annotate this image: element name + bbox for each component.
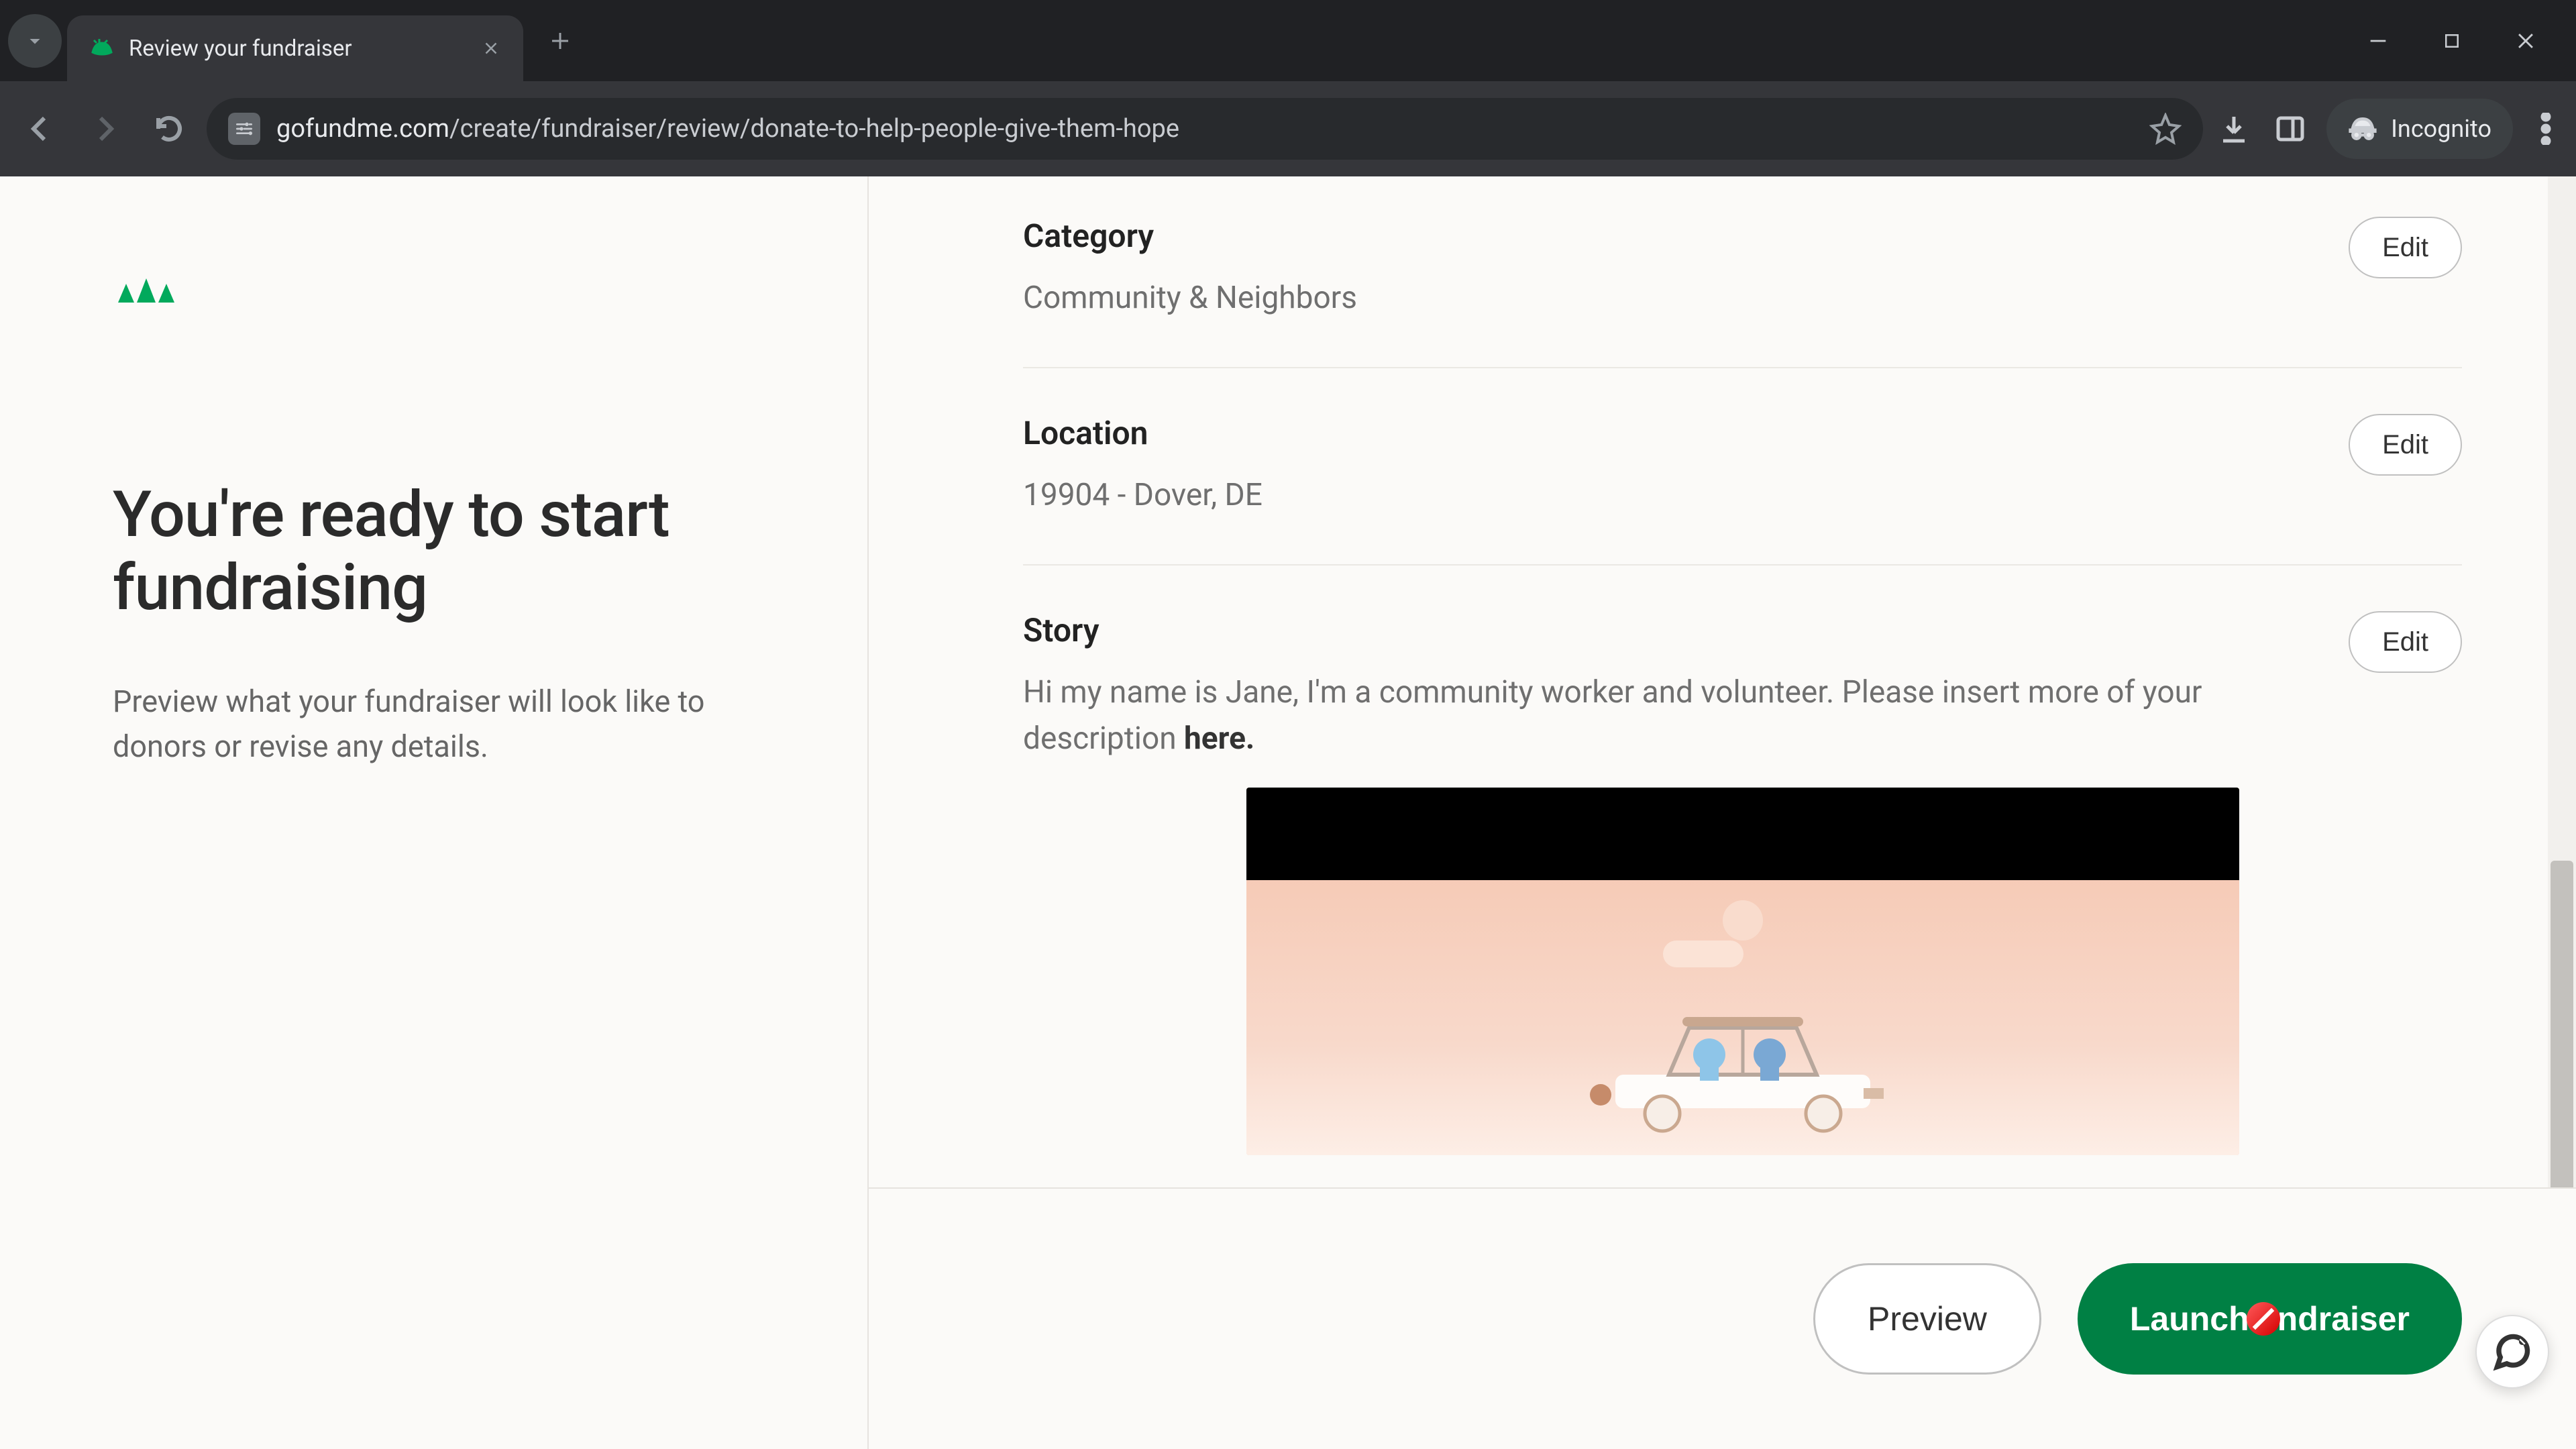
launch-fundraiser-button[interactable]: Launch ndraiser (2078, 1263, 2462, 1375)
window-close-icon[interactable] (2509, 24, 2542, 58)
window-minimize-icon[interactable] (2361, 24, 2395, 58)
location-value: 19904 - Dover, DE (1023, 472, 2349, 519)
nav-forward-button (78, 102, 131, 156)
window-maximize-icon[interactable] (2435, 24, 2469, 58)
edit-category-button[interactable]: Edit (2349, 217, 2462, 278)
tab-title: Review your fundraiser (129, 36, 464, 62)
story-media-preview (1246, 788, 2239, 1155)
side-panel-icon[interactable] (2270, 109, 2310, 149)
gofundme-favicon (89, 35, 115, 62)
left-sidebar: You're ready to start fundraising Previe… (0, 176, 869, 1449)
nav-back-button[interactable] (13, 102, 67, 156)
category-heading: Category (1023, 217, 2349, 255)
nav-reload-button[interactable] (142, 102, 196, 156)
tab-search-dropdown[interactable] (8, 14, 62, 68)
new-tab-button[interactable] (537, 17, 584, 64)
url-text: gofundme.com/create/fundraiser/review/do… (276, 114, 1179, 144)
downloads-icon[interactable] (2214, 109, 2254, 149)
gofundme-logo (113, 270, 760, 311)
section-story: Story Hi my name is Jane, I'm a communit… (1023, 566, 2462, 1187)
review-panel: Category Community & Neighbors Edit Loca… (869, 176, 2576, 1449)
story-heading: Story (1023, 611, 2349, 649)
bookmark-star-icon[interactable] (2149, 113, 2182, 145)
browser-menu-icon[interactable] (2529, 112, 2563, 146)
story-value: Hi my name is Jane, I'm a community work… (1023, 669, 2349, 762)
address-bar[interactable]: gofundme.com/create/fundraiser/review/do… (207, 98, 2203, 160)
incognito-indicator[interactable]: Incognito (2326, 99, 2513, 159)
launch-label-suffix: ndraiser (2277, 1299, 2410, 1338)
help-chat-fab[interactable] (2475, 1315, 2549, 1389)
preview-button[interactable]: Preview (1813, 1263, 2041, 1375)
prohibited-icon (2247, 1302, 2280, 1336)
location-heading: Location (1023, 414, 2349, 452)
section-category: Category Community & Neighbors Edit (1023, 217, 2462, 368)
section-location: Location 19904 - Dover, DE Edit (1023, 368, 2462, 566)
edit-story-button[interactable]: Edit (2349, 611, 2462, 673)
page-headline: You're ready to start fundraising (113, 478, 760, 625)
action-footer: Preview Launch ndraiser (869, 1187, 2576, 1449)
incognito-label: Incognito (2391, 115, 2491, 143)
edit-location-button[interactable]: Edit (2349, 414, 2462, 476)
tab-close-icon[interactable] (478, 35, 504, 62)
launch-label-prefix: Launch (2130, 1299, 2249, 1338)
site-settings-icon[interactable] (228, 113, 260, 145)
page-subtext: Preview what your fundraiser will look l… (113, 679, 743, 769)
category-value: Community & Neighbors (1023, 275, 2349, 321)
story-text-bold: here. (1184, 720, 1254, 757)
browser-tab[interactable]: Review your fundraiser (67, 15, 523, 81)
